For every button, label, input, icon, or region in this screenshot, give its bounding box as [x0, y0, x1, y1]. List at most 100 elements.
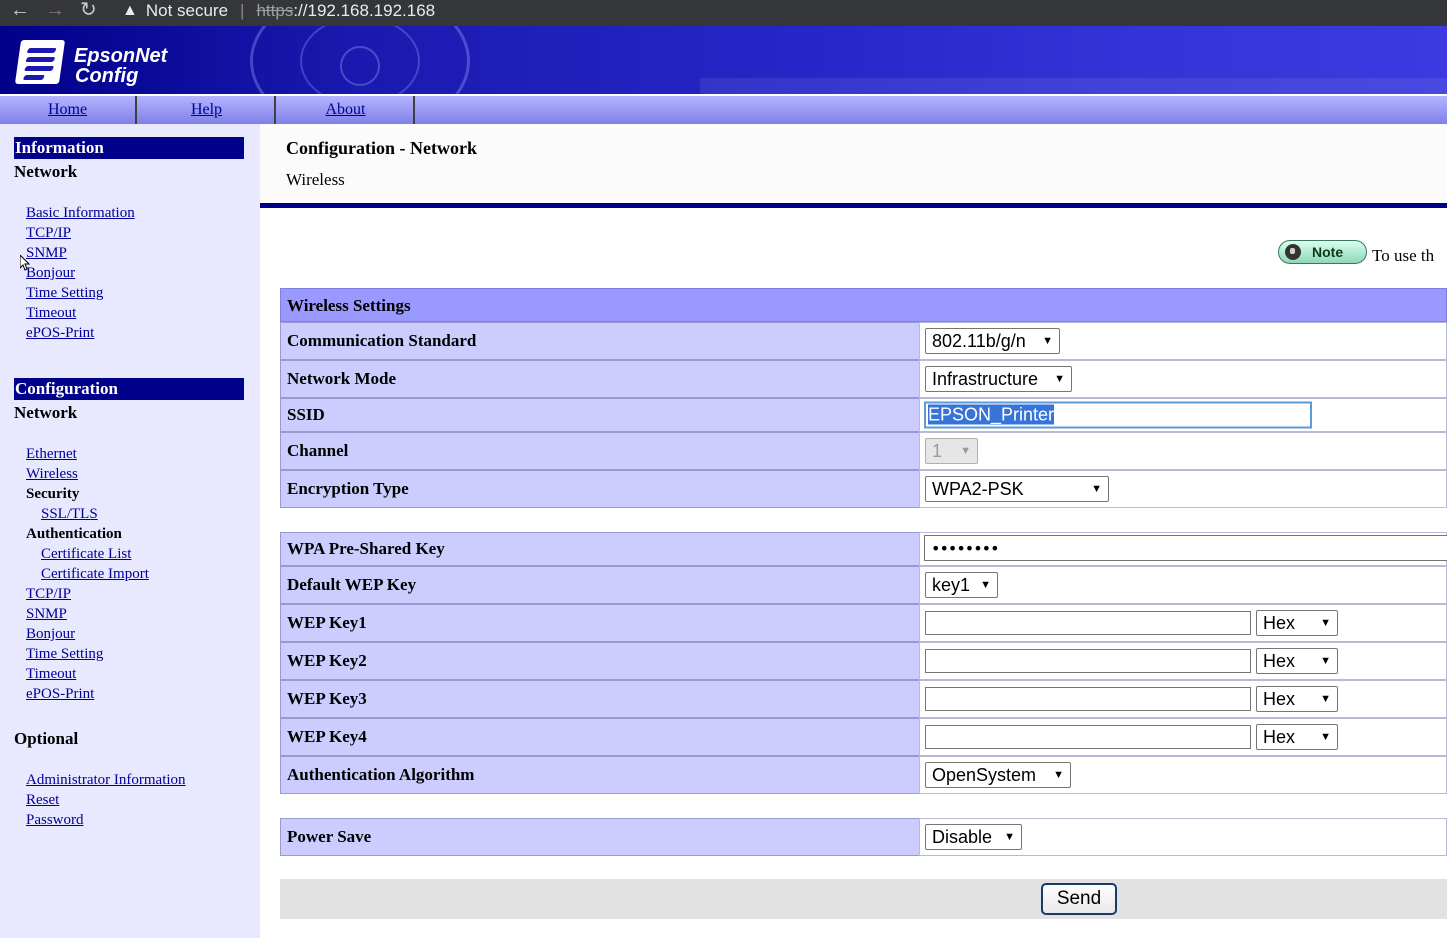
network-mode-cell: Infrastructure ▼ [919, 360, 1447, 398]
row-default-wep-key: Default WEP Key key1 ▼ [280, 566, 1447, 604]
wep-key2-label: WEP Key2 [280, 642, 920, 680]
encryption-type-select[interactable]: WPA2-PSK ▼ [925, 476, 1109, 502]
wep-key4-format-value: Hex [1263, 727, 1296, 747]
row-encryption-type: Encryption Type WPA2-PSK ▼ [280, 470, 1447, 508]
ssid-label: SSID [280, 398, 920, 432]
send-button[interactable]: Send [1041, 883, 1117, 915]
menu-help-link[interactable]: Help [139, 96, 276, 124]
sidebar-link-epos-print[interactable]: ePOS-Print [26, 324, 94, 342]
mouse-cursor-icon [20, 255, 30, 271]
sidebar-link-basic-information[interactable]: Basic Information [26, 204, 135, 222]
forward-arrow-icon[interactable]: → [45, 0, 65, 22]
communication-standard-cell: 802.11b/g/n ▼ [919, 322, 1447, 360]
note-badge: Note [1278, 240, 1367, 264]
warning-icon[interactable]: ▲ [122, 0, 138, 23]
lightbulb-icon [1285, 244, 1301, 260]
optional-label: Optional [14, 729, 79, 748]
wpa-key-value: •••••••• [931, 539, 999, 558]
sidebar-link-ethernet[interactable]: Ethernet [26, 445, 77, 463]
wep-key3-format-select[interactable]: Hex ▼ [1256, 686, 1338, 712]
sidebar-link-password[interactable]: Password [26, 811, 84, 829]
wep-key2-format-select[interactable]: Hex ▼ [1256, 648, 1338, 674]
wep-key4-input[interactable] [925, 725, 1251, 749]
wpa-key-label: WPA Pre-Shared Key [280, 532, 920, 566]
chevron-down-icon: ▼ [1320, 731, 1331, 743]
chevron-down-icon: ▼ [1320, 617, 1331, 629]
chevron-down-icon: ▼ [1320, 655, 1331, 667]
power-save-label: Power Save [280, 818, 920, 856]
wep-key1-format-select[interactable]: Hex ▼ [1256, 610, 1338, 636]
sidebar-link-snmp[interactable]: SNMP [26, 244, 67, 262]
back-arrow-icon[interactable]: ← [10, 0, 30, 22]
network-mode-select[interactable]: Infrastructure ▼ [925, 366, 1072, 392]
information-header: Information [14, 137, 244, 159]
wpa-key-input[interactable]: •••••••• [924, 535, 1447, 561]
wep-key2-format-value: Hex [1263, 651, 1296, 671]
power-save-select[interactable]: Disable ▼ [925, 824, 1022, 850]
communication-standard-select[interactable]: 802.11b/g/n ▼ [925, 328, 1060, 354]
network-mode-label: Network Mode [280, 360, 920, 398]
banner-stripe [700, 78, 1447, 94]
chevron-down-icon: ▼ [1042, 335, 1053, 347]
sidebar-link-timeout[interactable]: Timeout [26, 304, 76, 322]
chevron-down-icon: ▼ [1054, 373, 1065, 385]
sidebar-link-certificate-list[interactable]: Certificate List [41, 545, 131, 563]
row-ssid: SSID EPSON_Printer [280, 398, 1447, 432]
top-menu-bar: Home Help About [0, 94, 1447, 124]
row-auth-algorithm: Authentication Algorithm OpenSystem ▼ [280, 756, 1447, 794]
row-network-mode: Network Mode Infrastructure ▼ [280, 360, 1447, 398]
auth-algorithm-select[interactable]: OpenSystem ▼ [925, 762, 1071, 788]
chevron-down-icon: ▼ [960, 445, 971, 457]
address-bar[interactable]: ▲ Not secure | https://192.168.192.168 [112, 0, 435, 25]
auth-algorithm-cell: OpenSystem ▼ [919, 756, 1447, 794]
sidebar-link-administrator-information[interactable]: Administrator Information [26, 771, 186, 789]
sidebar-link-time-setting[interactable]: Time Setting [26, 284, 103, 302]
compass-center-decoration [340, 46, 380, 86]
wep-key3-cell: Hex ▼ [919, 680, 1447, 718]
encryption-type-value: WPA2-PSK [932, 479, 1024, 499]
sidebar-link-config-epos-print[interactable]: ePOS-Print [26, 685, 94, 703]
sidebar-link-config-time-setting[interactable]: Time Setting [26, 645, 103, 663]
sidebar-link-reset[interactable]: Reset [26, 791, 59, 809]
wep-key4-cell: Hex ▼ [919, 718, 1447, 756]
wep-key3-input[interactable] [925, 687, 1251, 711]
default-wep-key-select[interactable]: key1 ▼ [925, 572, 998, 598]
sidebar-authentication-label: Authentication [26, 526, 122, 542]
chevron-down-icon: ▼ [1053, 769, 1064, 781]
channel-select[interactable]: 1 ▼ [925, 438, 978, 464]
sidebar-link-config-tcpip[interactable]: TCP/IP [26, 585, 71, 603]
security-label[interactable]: Not secure [146, 0, 228, 23]
sidebar-link-ssl-tls[interactable]: SSL/TLS [41, 505, 98, 523]
wireless-settings-header: Wireless Settings [280, 288, 1447, 322]
row-wep-key2: WEP Key2 Hex ▼ [280, 642, 1447, 680]
encryption-type-label: Encryption Type [280, 470, 920, 508]
channel-label: Channel [280, 432, 920, 470]
sidebar-link-config-timeout[interactable]: Timeout [26, 665, 76, 683]
wep-key4-label: WEP Key4 [280, 718, 920, 756]
url-text[interactable]: https://192.168.192.168 [256, 0, 435, 23]
sidebar-link-config-bonjour[interactable]: Bonjour [26, 625, 75, 643]
url-host: ://192.168.192.168 [293, 1, 436, 20]
auth-algorithm-value: OpenSystem [932, 765, 1037, 785]
logo-line-1: EpsonNet [74, 45, 168, 67]
wep-key1-input[interactable] [925, 611, 1251, 635]
wep-key4-format-select[interactable]: Hex ▼ [1256, 724, 1338, 750]
row-wpa-key: WPA Pre-Shared Key •••••••• [280, 532, 1447, 566]
url-scheme: https [256, 1, 294, 20]
row-power-save: Power Save Disable ▼ [280, 818, 1447, 856]
sidebar-link-wireless[interactable]: Wireless [26, 465, 78, 483]
menu-about-link[interactable]: About [278, 96, 415, 124]
sidebar-link-certificate-import[interactable]: Certificate Import [41, 565, 149, 583]
wep-key3-format-value: Hex [1263, 689, 1296, 709]
menu-home-link[interactable]: Home [0, 96, 137, 124]
info-network-label: Network [14, 162, 78, 181]
ssid-input[interactable]: EPSON_Printer [924, 401, 1312, 429]
default-wep-key-cell: key1 ▼ [919, 566, 1447, 604]
logo-line-2: Config [75, 65, 139, 87]
sidebar-link-config-snmp[interactable]: SNMP [26, 605, 67, 623]
sidebar-link-tcpip[interactable]: TCP/IP [26, 224, 71, 242]
sidebar-link-bonjour[interactable]: Bonjour [26, 264, 75, 282]
reload-icon[interactable]: ↻ [80, 0, 97, 22]
wep-key2-input[interactable] [925, 649, 1251, 673]
encryption-type-cell: WPA2-PSK ▼ [919, 470, 1447, 508]
